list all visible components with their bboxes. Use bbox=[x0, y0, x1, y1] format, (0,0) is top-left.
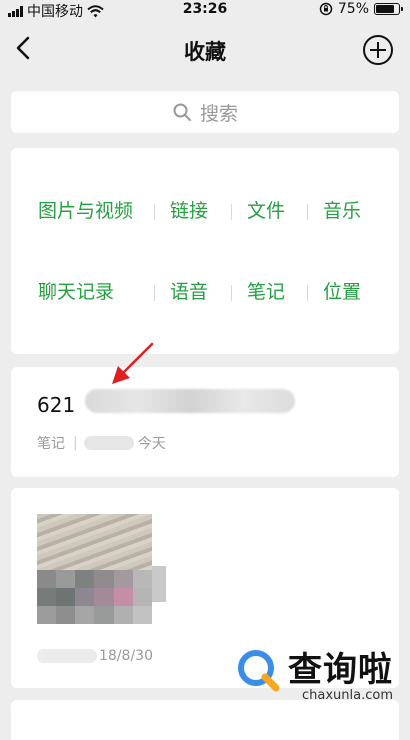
category-divider bbox=[307, 204, 308, 220]
pixelated-region-edge bbox=[152, 566, 166, 602]
watermark: 查询啦 chaxunla.com bbox=[236, 642, 406, 712]
item-date: 今天 bbox=[137, 436, 166, 452]
category-divider bbox=[231, 285, 232, 301]
note-meta: 笔记 | 今天 bbox=[37, 433, 166, 453]
battery-level bbox=[376, 5, 394, 13]
image-meta: 18/8/30 bbox=[37, 648, 153, 664]
item-date: 18/8/30 bbox=[99, 648, 153, 664]
blurred-content bbox=[85, 389, 295, 413]
add-button[interactable] bbox=[362, 34, 394, 66]
blurred-source bbox=[37, 649, 97, 663]
photo-preview bbox=[37, 514, 152, 570]
category-links[interactable]: 链接 bbox=[170, 196, 208, 226]
status-right: 75% bbox=[319, 1, 403, 17]
search-box[interactable]: 搜索 bbox=[11, 91, 399, 133]
battery-icon bbox=[374, 3, 403, 15]
watermark-url: chaxunla.com bbox=[302, 688, 393, 703]
note-title: 621 bbox=[37, 393, 76, 417]
watermark-name: 查询啦 bbox=[288, 650, 393, 690]
category-notes[interactable]: 笔记 bbox=[247, 277, 285, 307]
battery-percent: 75% bbox=[337, 1, 369, 17]
red-arrow-annotation bbox=[112, 342, 154, 384]
category-card: 图片与视频 链接 文件 音乐 聊天记录 语音 笔记 位置 bbox=[11, 148, 399, 354]
page-title: 收藏 bbox=[184, 40, 226, 64]
watermark-logo-icon bbox=[238, 650, 280, 692]
category-files[interactable]: 文件 bbox=[247, 196, 285, 226]
search-placeholder: 搜索 bbox=[199, 102, 238, 125]
category-divider bbox=[154, 204, 155, 220]
image-thumbnail bbox=[37, 514, 152, 624]
category-divider bbox=[154, 285, 155, 301]
category-row-2: 聊天记录 语音 笔记 位置 bbox=[11, 277, 399, 307]
blurred-source bbox=[83, 436, 134, 450]
category-divider bbox=[307, 285, 308, 301]
pixelated-region bbox=[37, 570, 152, 624]
category-photos-videos[interactable]: 图片与视频 bbox=[38, 196, 133, 226]
status-bar: 中国移动 23:26 75% bbox=[0, 0, 410, 20]
category-voice[interactable]: 语音 bbox=[170, 277, 208, 307]
category-music[interactable]: 音乐 bbox=[323, 196, 361, 226]
plus-circle-icon bbox=[363, 35, 393, 65]
category-divider bbox=[231, 204, 232, 220]
category-location[interactable]: 位置 bbox=[323, 277, 361, 307]
orientation-lock-icon bbox=[319, 2, 333, 16]
nav-bar: 收藏 bbox=[0, 22, 410, 78]
category-chat-history[interactable]: 聊天记录 bbox=[38, 277, 114, 307]
favorite-item-note[interactable]: 621 笔记 | 今天 bbox=[11, 367, 399, 477]
search-icon bbox=[173, 103, 191, 121]
category-row-1: 图片与视频 链接 文件 音乐 bbox=[11, 196, 399, 226]
meta-divider: | bbox=[73, 435, 78, 451]
item-type-label: 笔记 bbox=[37, 436, 65, 452]
